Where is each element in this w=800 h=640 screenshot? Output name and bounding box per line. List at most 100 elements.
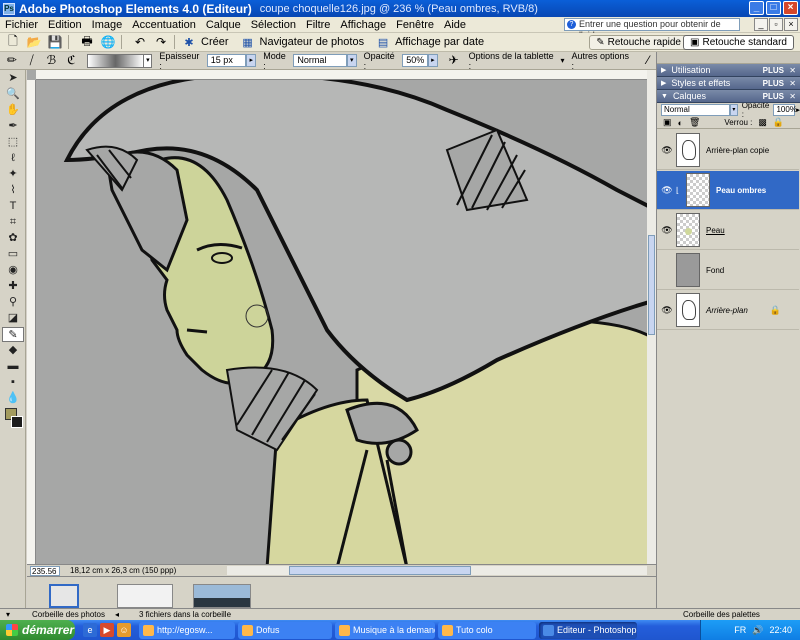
hand-tool-icon[interactable]: ✋: [2, 103, 24, 118]
minimize-button[interactable]: _: [749, 1, 764, 15]
mode-arrow[interactable]: ▾: [346, 54, 357, 67]
paint-bucket-tool-icon[interactable]: ◆: [2, 343, 24, 358]
new-file-icon[interactable]: 🗋: [5, 34, 21, 50]
brush-tool-icon[interactable]: ✏: [4, 53, 20, 68]
date-view-button[interactable]: ▤ Affichage par date: [374, 36, 484, 49]
help-search-input[interactable]: ? Entrer une question pour obtenir de l'…: [564, 18, 740, 40]
eye-icon[interactable]: 👁: [660, 183, 674, 197]
background-color-swatch[interactable]: [11, 416, 23, 428]
taskbar-item[interactable]: Dofus: [238, 621, 332, 639]
brush-preview[interactable]: [87, 53, 145, 68]
red-eye-tool-icon[interactable]: ◉: [2, 263, 24, 278]
palette-calques[interactable]: ▼ Calques PLUS ✕: [657, 90, 800, 103]
taskbar-item[interactable]: Editeur - Photoshop E...: [539, 621, 637, 639]
vertical-scroll-thumb[interactable]: [648, 235, 655, 335]
straighten-tool-icon[interactable]: ▭: [2, 247, 24, 262]
mode-select[interactable]: Normal: [293, 54, 347, 67]
clone-stamp-tool-icon[interactable]: ⚲: [2, 295, 24, 310]
bin-nav-icon[interactable]: ◂: [115, 610, 119, 619]
delete-layer-icon[interactable]: 🗑: [689, 117, 700, 128]
standard-edit-button[interactable]: ▣ Retouche standard: [683, 35, 794, 50]
tablet-dropdown-icon[interactable]: ▾: [560, 56, 564, 65]
media-player-icon[interactable]: ▶: [100, 623, 114, 637]
palette-styles-effets[interactable]: ▶ Styles et effets PLUS ✕: [657, 77, 800, 90]
layer-row[interactable]: 👁 ⌊ Peau ombres: [657, 171, 799, 210]
size-field[interactable]: 15 px: [206, 54, 247, 67]
selection-brush-tool-icon[interactable]: ⌇: [2, 183, 24, 198]
shape-tool-icon[interactable]: ▪: [2, 375, 24, 390]
airbrush-icon[interactable]: ✈: [446, 53, 462, 68]
lock-transparency-icon[interactable]: ▩: [758, 117, 767, 128]
redo-icon[interactable]: ↷: [153, 35, 169, 50]
messenger-icon[interactable]: ☺: [117, 623, 131, 637]
menu-edition[interactable]: Edition: [43, 19, 87, 31]
clock[interactable]: 22:40: [769, 625, 792, 635]
eyedropper-tool-icon[interactable]: ✒: [2, 119, 24, 134]
doc-close-button[interactable]: ×: [784, 18, 798, 31]
blur-tool-icon[interactable]: 💧: [2, 391, 24, 406]
undo-icon[interactable]: ↶: [132, 35, 148, 50]
menu-affichage[interactable]: Affichage: [335, 19, 391, 31]
type-tool-icon[interactable]: T: [2, 199, 24, 214]
lasso-tool-icon[interactable]: ℓ: [2, 151, 24, 166]
impressionist-brush-icon[interactable]: ℬ: [44, 53, 60, 68]
horizontal-scroll-thumb[interactable]: [289, 566, 471, 575]
brush-preset-icon[interactable]: ⧸: [24, 53, 40, 68]
zoom-field[interactable]: 235.56 %: [30, 565, 60, 585]
palette-utilisation[interactable]: ▶ Utilisation PLUS ✕: [657, 64, 800, 77]
move-tool-icon[interactable]: ➤: [2, 71, 24, 86]
crop-tool-icon[interactable]: ⌗: [2, 215, 24, 230]
open-folder-icon[interactable]: 📂: [26, 35, 42, 50]
brush-tool-icon[interactable]: ✎: [2, 327, 24, 342]
brush-dropdown[interactable]: ▾: [144, 53, 153, 68]
layer-row[interactable]: 👁 Fond: [657, 251, 799, 290]
marquee-tool-icon[interactable]: ⬚: [2, 135, 24, 150]
blend-dropdown-arrow[interactable]: ▾: [730, 104, 738, 116]
doc-minimize-button[interactable]: _: [754, 18, 768, 31]
language-indicator[interactable]: FR: [734, 625, 746, 635]
opacity-field[interactable]: 50%: [402, 54, 428, 67]
layer-opacity-field[interactable]: 100%: [773, 104, 797, 116]
eye-icon[interactable]: 👁: [660, 143, 674, 157]
opacity-arrow[interactable]: ▸: [427, 54, 438, 67]
palette-close-icon[interactable]: ✕: [789, 79, 796, 88]
palette-close-icon[interactable]: ✕: [789, 92, 796, 101]
taskbar-item[interactable]: Musique à la demand...: [335, 621, 435, 639]
document-canvas[interactable]: [27, 70, 656, 568]
photo-browser-button[interactable]: ▦ Navigateur de photos: [239, 36, 364, 49]
brush-options-icon[interactable]: ⁄: [640, 53, 656, 68]
print-icon[interactable]: 🖶: [79, 34, 95, 50]
eraser-tool-icon[interactable]: ◪: [2, 311, 24, 326]
menu-aide[interactable]: Aide: [439, 19, 471, 31]
create-button[interactable]: ✱ Créer: [180, 36, 228, 49]
layer-row[interactable]: 👁 Arrière-plan copie: [657, 131, 799, 170]
online-services-icon[interactable]: 🌐: [100, 35, 116, 50]
photo-bin-thumbnail[interactable]: [117, 584, 173, 608]
save-icon[interactable]: 💾: [47, 35, 63, 50]
menu-calque[interactable]: Calque: [201, 19, 246, 31]
adjustment-layer-icon[interactable]: ◐: [678, 118, 683, 128]
cookie-cutter-tool-icon[interactable]: ✿: [2, 231, 24, 246]
palette-bin-label[interactable]: Corbeille des palettes: [683, 610, 760, 619]
doc-restore-button[interactable]: ▫: [769, 18, 783, 31]
healing-brush-tool-icon[interactable]: ✚: [2, 279, 24, 294]
eye-icon[interactable]: 👁: [660, 303, 674, 317]
menu-accentuation[interactable]: Accentuation: [127, 19, 201, 31]
internet-explorer-icon[interactable]: e: [83, 623, 97, 637]
menu-fenetre[interactable]: Fenêtre: [391, 19, 439, 31]
layer-blend-mode-select[interactable]: Normal: [661, 104, 731, 116]
taskbar-item[interactable]: http://egosw...: [139, 621, 235, 639]
close-button[interactable]: ×: [783, 1, 798, 15]
size-arrow[interactable]: ▸: [246, 54, 257, 67]
lock-all-icon[interactable]: 🔒: [773, 117, 784, 128]
taskbar-item[interactable]: Tuto colo: [438, 621, 536, 639]
menu-filtre[interactable]: Filtre: [301, 19, 335, 31]
gradient-tool-icon[interactable]: ▬: [2, 359, 24, 374]
vertical-scrollbar[interactable]: [647, 70, 656, 568]
new-layer-icon[interactable]: ▣: [663, 117, 672, 128]
palette-close-icon[interactable]: ✕: [789, 66, 796, 75]
color-replace-icon[interactable]: ℭ: [63, 53, 79, 68]
menu-selection[interactable]: Sélection: [246, 19, 301, 31]
menu-image[interactable]: Image: [87, 19, 128, 31]
maximize-button[interactable]: □: [766, 1, 781, 15]
